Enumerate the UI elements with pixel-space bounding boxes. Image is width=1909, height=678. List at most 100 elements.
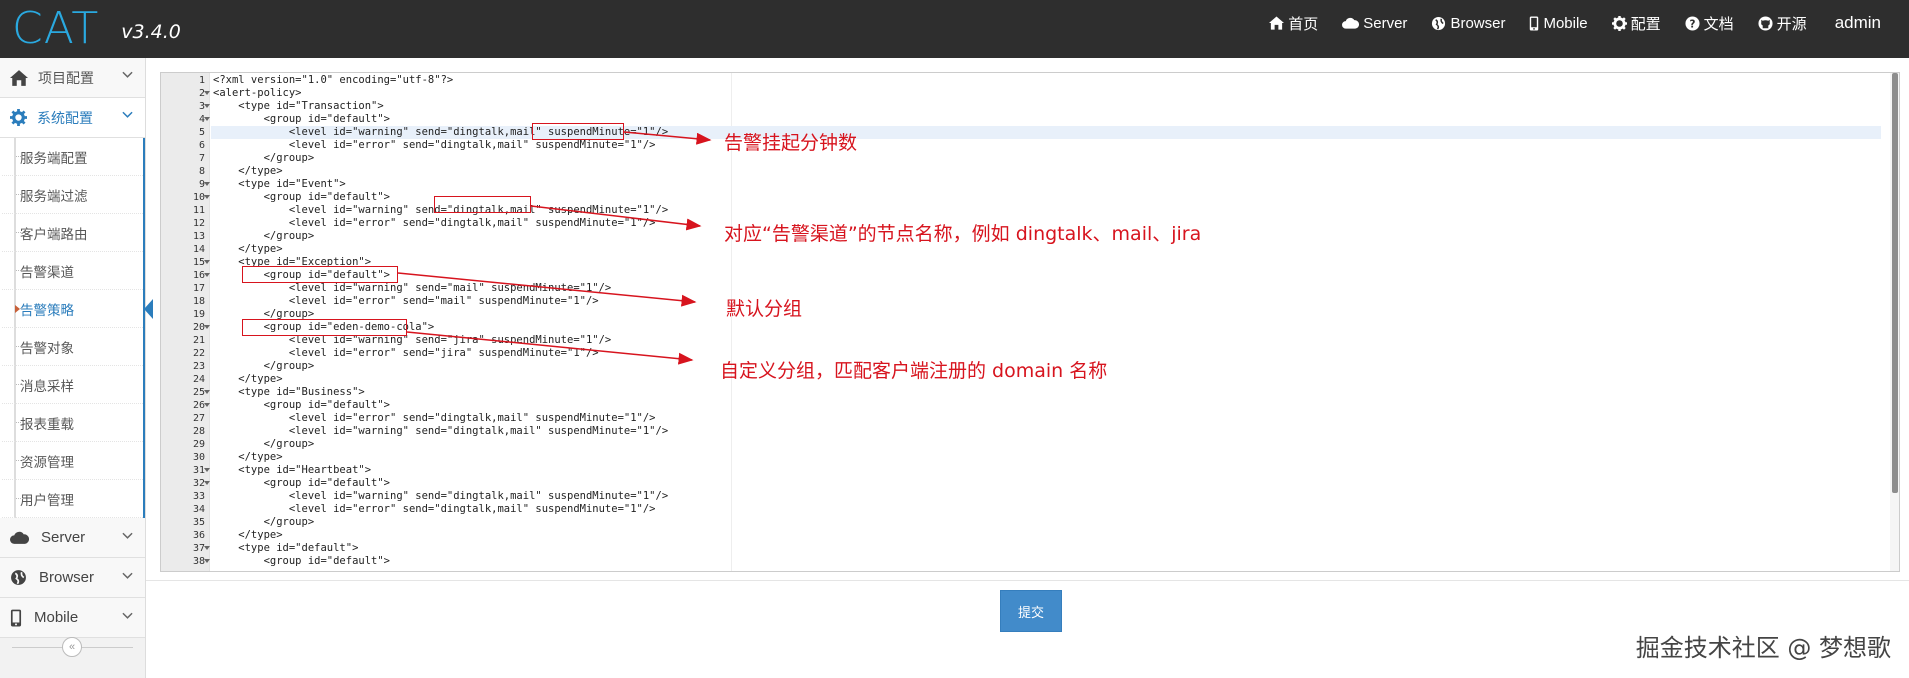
line-number: 29 (192, 439, 205, 450)
fold-toggle-icon[interactable] (204, 325, 210, 329)
fold-toggle-icon[interactable] (204, 546, 210, 550)
collapse-sidebar-button[interactable]: « (62, 637, 82, 657)
code-line[interactable]: <level id="error" send="dingtalk,mail" s… (211, 503, 1881, 516)
top-nav: 首页 Server Browser Mobile 配置 ? 文档 开源 admi… (1257, 0, 1893, 46)
logo[interactable]: CAT v3.4.0 (12, 3, 181, 54)
sidebar-item-user-mgmt[interactable]: 用户管理 (2, 480, 143, 518)
code-line[interactable]: </group> (211, 516, 1881, 529)
sidebar-item-system-config[interactable]: 系统配置 (0, 98, 145, 138)
nav-opensource[interactable]: 开源 (1746, 13, 1819, 34)
nav-config[interactable]: 配置 (1600, 13, 1673, 34)
nav-browser[interactable]: Browser (1419, 15, 1517, 32)
code-line[interactable]: <type id="Transaction"> (211, 100, 1881, 113)
line-number: 36 (192, 530, 205, 541)
line-number: 21 (192, 335, 205, 346)
code-line[interactable]: </type> (211, 529, 1881, 542)
code-line[interactable]: <alert-policy> (211, 87, 1881, 100)
fold-toggle-icon[interactable] (204, 117, 210, 121)
scrollbar-thumb[interactable] (1892, 73, 1898, 493)
sidebar-item-message-sampling[interactable]: 消息采样 (2, 366, 143, 404)
fold-toggle-icon[interactable] (204, 273, 210, 277)
line-number: 15 (192, 257, 205, 268)
line-number: 12 (192, 218, 205, 229)
code-line[interactable]: <group id="default"> (211, 113, 1881, 126)
code-line[interactable]: <?xml version="1.0" encoding="utf-8"?> (211, 74, 1881, 87)
user-menu[interactable]: admin (1819, 13, 1893, 33)
globe-icon (1432, 16, 1446, 30)
submit-button[interactable]: 提交 (1000, 590, 1062, 632)
line-number: 7 (198, 153, 205, 164)
code-line[interactable]: <group id="default"> (211, 555, 1881, 568)
chevron-down-icon (122, 111, 133, 118)
sidebar-item-report-reload[interactable]: 报表重载 (2, 404, 143, 442)
code-line[interactable]: <level id="warning" send="dingtalk,mail"… (211, 490, 1881, 503)
code-line[interactable]: <level id="warning" send="mail" suspendM… (211, 282, 1881, 295)
code-line[interactable]: </group> (211, 308, 1881, 321)
sidebar-item-alert-policy[interactable]: 告警策略 (2, 290, 153, 328)
fold-toggle-icon[interactable] (204, 481, 210, 485)
fold-toggle-icon[interactable] (204, 559, 210, 563)
code-line[interactable]: <group id="default"> (211, 477, 1881, 490)
sidebar-item-label: Server (41, 529, 86, 546)
gear-icon (1611, 15, 1627, 31)
code-line[interactable]: <type id="Business"> (211, 386, 1881, 399)
fold-toggle-icon[interactable] (204, 91, 210, 95)
sidebar-item-server-config[interactable]: 服务端配置 (2, 138, 143, 176)
fold-toggle-icon[interactable] (204, 104, 210, 108)
fold-toggle-icon[interactable] (204, 468, 210, 472)
xml-code-editor[interactable]: 1 2 3 4 5 6 7 8 9 10 11 12 13 14 15 16 17 18 19 20 21 22 23 24 2… (160, 72, 1900, 572)
nav-mobile[interactable]: Mobile (1517, 15, 1599, 32)
nav-server[interactable]: Server (1330, 15, 1419, 32)
fold-toggle-icon[interactable] (204, 403, 210, 407)
sidebar-item-server[interactable]: Server (0, 518, 145, 558)
line-number: 16 (192, 270, 205, 281)
nav-server-label: Server (1363, 14, 1408, 32)
submenu-label: 用户管理 (20, 492, 74, 508)
code-line[interactable]: <level id="error" send="mail" suspendMin… (211, 295, 1881, 308)
sidebar-item-browser[interactable]: Browser (0, 558, 145, 598)
code-line[interactable]: <type id="Heartbeat"> (211, 464, 1881, 477)
gear-icon (10, 109, 27, 126)
code-line[interactable]: <level id="warning" send="jira" suspendM… (211, 334, 1881, 347)
highlight-suspend-minute (532, 123, 624, 140)
fold-toggle-icon[interactable] (204, 260, 210, 264)
sidebar-item-resource-mgmt[interactable]: 资源管理 (2, 442, 143, 480)
sidebar-item-client-route[interactable]: 客户端路由 (2, 214, 143, 252)
fold-toggle-icon[interactable] (204, 390, 210, 394)
code-line[interactable]: </group> (211, 438, 1881, 451)
line-number: 27 (192, 413, 205, 424)
nav-home[interactable]: 首页 (1257, 13, 1330, 34)
sidebar-item-alert-channel[interactable]: 告警渠道 (2, 252, 143, 290)
sidebar-item-label: 项目配置 (38, 69, 94, 86)
line-number: 23 (192, 361, 205, 372)
version-label: v3.4.0 (121, 21, 181, 43)
line-number: 33 (192, 491, 205, 502)
code-line[interactable]: <level id="warning" send="dingtalk,mail"… (211, 126, 1881, 139)
code-line[interactable]: <type id="default"> (211, 542, 1881, 555)
fold-toggle-icon[interactable] (204, 182, 210, 186)
code-line[interactable]: </group> (211, 152, 1881, 165)
code-line[interactable]: <type id="Event"> (211, 178, 1881, 191)
code-line[interactable]: <level id="warning" send="dingtalk,mail"… (211, 425, 1881, 438)
line-number: 26 (192, 400, 205, 411)
nav-opensource-label: 开源 (1776, 15, 1807, 33)
code-line[interactable]: <level id="error" send="dingtalk,mail" s… (211, 412, 1881, 425)
annotation-custom-group: 自定义分组，匹配客户端注册的 domain 名称 (720, 360, 1108, 382)
sidebar-item-alert-target[interactable]: 告警对象 (2, 328, 143, 366)
line-number: 9 (198, 179, 205, 190)
code-line[interactable]: <level id="error" send="dingtalk,mail" s… (211, 139, 1881, 152)
line-number: 31 (192, 465, 205, 476)
sidebar-item-project-config[interactable]: 项目配置 (0, 58, 145, 98)
fold-toggle-icon[interactable] (204, 195, 210, 199)
sidebar-item-server-filter[interactable]: 服务端过滤 (2, 176, 143, 214)
highlight-custom-group (242, 319, 407, 336)
vertical-scrollbar[interactable] (1890, 73, 1899, 571)
code-line[interactable]: <group id="default"> (211, 399, 1881, 412)
code-line[interactable]: <group id="default"> (211, 269, 1881, 282)
code-line[interactable]: <group id="eden-demo-cola"> (211, 321, 1881, 334)
submenu-label: 消息采样 (20, 378, 74, 394)
code-line[interactable]: </type> (211, 165, 1881, 178)
code-line[interactable]: </type> (211, 451, 1881, 464)
code-line[interactable]: <type id="Exception"> (211, 256, 1881, 269)
nav-docs[interactable]: ? 文档 (1673, 13, 1746, 34)
